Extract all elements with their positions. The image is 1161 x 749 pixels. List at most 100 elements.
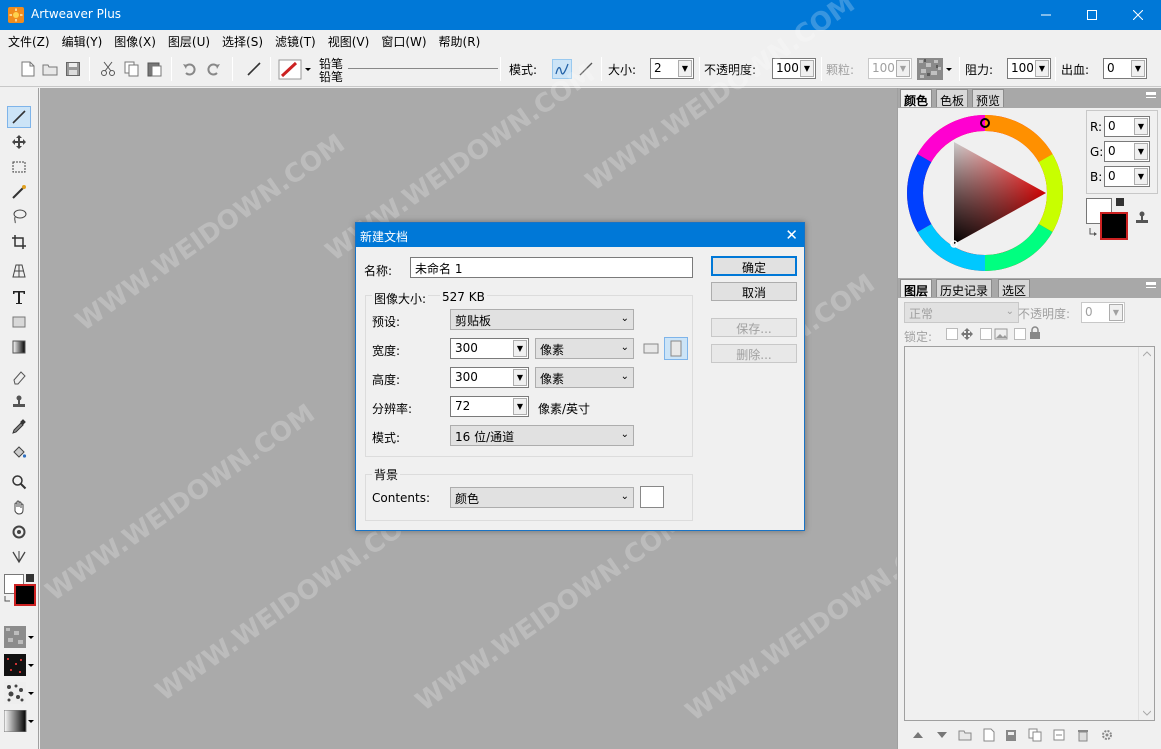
lock-position-checkbox[interactable]: [980, 328, 992, 340]
menu-select[interactable]: 选择(S): [216, 30, 269, 51]
folder-icon[interactable]: [958, 728, 972, 742]
brush-category-dropdown[interactable]: [277, 59, 313, 80]
copy-button[interactable]: [122, 59, 142, 79]
tool-clone-stamp[interactable]: [7, 391, 31, 413]
background-color-swatch[interactable]: [640, 486, 664, 508]
layers-list[interactable]: [904, 346, 1155, 721]
redo-button[interactable]: [203, 59, 223, 79]
layer-mask-icon[interactable]: [1004, 728, 1018, 742]
lock-pixels-checkbox[interactable]: [1014, 328, 1026, 340]
menu-edit[interactable]: 编辑(Y): [56, 30, 109, 51]
tab-selection[interactable]: 选区: [998, 279, 1031, 298]
tab-preview[interactable]: 预览: [972, 89, 1005, 108]
color-mode-select[interactable]: 16 位/通道 ⌄: [450, 425, 634, 446]
open-file-button[interactable]: [40, 59, 60, 79]
new-layer-icon[interactable]: [982, 728, 996, 742]
merge-layer-icon[interactable]: [1052, 728, 1066, 742]
panel-foreground-swatch[interactable]: [1100, 212, 1128, 240]
delete-layer-icon[interactable]: [1076, 728, 1090, 742]
new-file-button[interactable]: [18, 59, 38, 79]
minimize-button[interactable]: [1023, 0, 1069, 30]
layers-scrollbar[interactable]: [1138, 347, 1154, 720]
opacity-combo[interactable]: 100 ▼: [772, 58, 816, 79]
document-name-input[interactable]: 未命名 1: [410, 257, 693, 278]
tool-shape[interactable]: [7, 311, 31, 333]
maximize-button[interactable]: [1069, 0, 1115, 30]
bleed-combo[interactable]: 0 ▼: [1103, 58, 1147, 79]
cancel-button[interactable]: 取消: [711, 282, 797, 301]
resistance-combo[interactable]: 100 ▼: [1007, 58, 1051, 79]
move-layer-up-icon[interactable]: [912, 730, 924, 740]
contents-select[interactable]: 颜色 ⌄: [450, 487, 634, 508]
gradient-selector[interactable]: [3, 709, 34, 733]
g-combo[interactable]: 0 ▼: [1104, 141, 1150, 162]
grain-combo[interactable]: 100 ▼: [868, 58, 912, 79]
tool-crop[interactable]: [7, 231, 31, 253]
blend-mode-select[interactable]: 正常 ⌄: [904, 302, 1019, 323]
brush-texture-selector[interactable]: [4, 654, 34, 676]
brush-preset-button[interactable]: [244, 59, 264, 79]
tool-text[interactable]: [7, 286, 31, 308]
height-unit-select[interactable]: 像素 ⌄: [535, 367, 634, 388]
cut-button[interactable]: [98, 59, 118, 79]
menu-layer[interactable]: 图层(U): [162, 30, 216, 51]
mode-line-button[interactable]: [576, 59, 596, 79]
tab-swatches[interactable]: 色板: [936, 89, 969, 108]
tool-rect-select[interactable]: [7, 156, 31, 178]
portrait-orientation-button[interactable]: [664, 337, 688, 360]
width-combo[interactable]: 300 ▼: [450, 338, 529, 359]
menu-window[interactable]: 窗口(W): [375, 30, 432, 51]
tab-layers[interactable]: 图层: [900, 279, 933, 298]
tool-brush[interactable]: [7, 106, 31, 128]
color-wheel[interactable]: [906, 114, 1064, 272]
landscape-orientation-button[interactable]: [640, 338, 662, 359]
menu-filter[interactable]: 滤镜(T): [269, 30, 322, 51]
default-colors-icon[interactable]: [1116, 198, 1124, 206]
layer-opacity-combo[interactable]: 0 ▼: [1081, 302, 1125, 323]
duplicate-layer-icon[interactable]: [1028, 728, 1042, 742]
tool-lasso[interactable]: [7, 205, 31, 227]
swap-colors-icon[interactable]: [1088, 226, 1100, 238]
pattern-selector[interactable]: [4, 682, 34, 704]
menu-file[interactable]: 文件(Z): [2, 30, 56, 51]
default-colors-icon[interactable]: [26, 574, 34, 582]
mode-freehand-button[interactable]: [552, 59, 572, 79]
menu-view[interactable]: 视图(V): [322, 30, 376, 51]
move-layer-down-icon[interactable]: [936, 730, 948, 740]
dialog-close-icon[interactable]: ✕: [785, 226, 798, 244]
scroll-down-icon[interactable]: [1143, 710, 1151, 716]
save-file-button[interactable]: [63, 59, 83, 79]
ok-button[interactable]: 确定: [711, 256, 797, 276]
tool-perspective[interactable]: [7, 260, 31, 282]
tool-zoom[interactable]: [7, 471, 31, 493]
scroll-up-icon[interactable]: [1143, 351, 1151, 357]
height-combo[interactable]: 300 ▼: [450, 367, 529, 388]
tool-gradient-brush[interactable]: [7, 181, 31, 203]
tool-warp[interactable]: [7, 546, 31, 568]
undo-button[interactable]: [180, 59, 200, 79]
stamp-icon[interactable]: [1134, 210, 1150, 226]
swap-colors-icon[interactable]: [3, 594, 13, 604]
tool-move[interactable]: [7, 131, 31, 153]
foreground-color-swatch[interactable]: [14, 584, 36, 606]
tool-paint-bucket[interactable]: [7, 441, 31, 463]
panel-menu-icon[interactable]: [1146, 282, 1156, 292]
preset-select[interactable]: 剪贴板 ⌄: [450, 309, 634, 330]
layer-settings-gear-icon[interactable]: [1100, 728, 1114, 742]
tool-rotate-view[interactable]: [7, 521, 31, 543]
save-preset-button[interactable]: 保存...: [711, 318, 797, 337]
panel-menu-icon[interactable]: [1146, 92, 1156, 102]
size-combo[interactable]: 2 ▼: [650, 58, 694, 79]
width-unit-select[interactable]: 像素 ⌄: [535, 338, 634, 359]
delete-preset-button[interactable]: 删除...: [711, 344, 797, 363]
tool-eraser[interactable]: [7, 366, 31, 388]
menu-image[interactable]: 图像(X): [108, 30, 162, 51]
b-combo[interactable]: 0 ▼: [1104, 166, 1150, 187]
tab-color[interactable]: 颜色: [900, 89, 933, 108]
close-button[interactable]: [1115, 0, 1161, 30]
tool-gradient[interactable]: [7, 336, 31, 358]
lock-transparency-checkbox[interactable]: [946, 328, 958, 340]
paper-texture-dropdown[interactable]: [916, 57, 954, 81]
tab-history[interactable]: 历史记录: [936, 279, 993, 298]
paper-texture-selector[interactable]: [4, 626, 34, 648]
